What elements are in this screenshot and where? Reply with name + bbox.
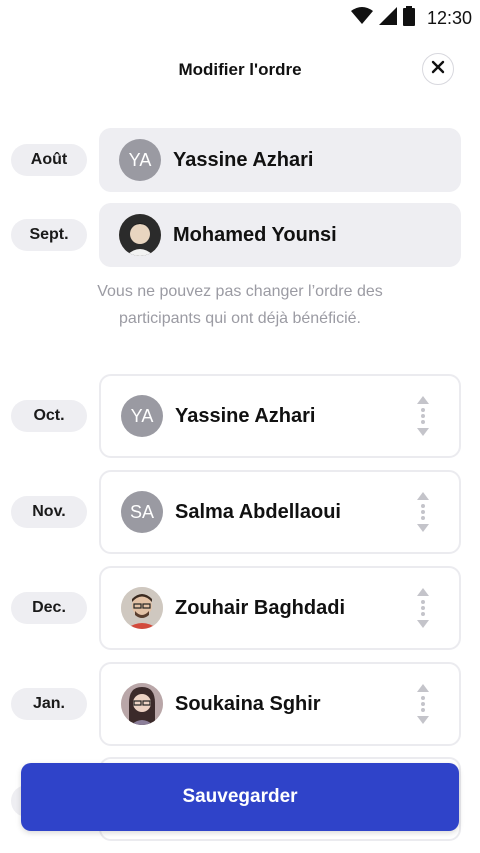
participant-name: Zouhair Baghdadi — [175, 596, 345, 619]
drag-handle-icon[interactable] — [415, 586, 431, 630]
month-pill: Sept. — [11, 219, 87, 251]
avatar — [119, 214, 161, 256]
participant-name: Yassine Azhari — [175, 404, 316, 427]
save-button[interactable]: Sauvegarder — [21, 763, 459, 831]
participant-card[interactable]: Zouhair Baghdadi — [99, 566, 461, 650]
signal-icon — [378, 6, 397, 30]
header: Modifier l'ordre — [0, 52, 480, 88]
info-note: Vous ne pouvez pas changer l’ordre des p… — [97, 283, 383, 327]
close-button[interactable] — [422, 53, 454, 85]
participant-card: YA Yassine Azhari — [99, 128, 461, 192]
status-bar: 12:30 — [0, 0, 480, 36]
avatar — [121, 587, 163, 629]
wifi-icon — [350, 6, 373, 30]
page-title: Modifier l'ordre — [178, 60, 302, 79]
month-pill: Dec. — [11, 592, 87, 624]
status-time: 12:30 — [426, 7, 472, 28]
participant-card[interactable]: SA Salma Abdellaoui — [99, 470, 461, 554]
participant-card: Mohamed Younsi — [99, 203, 461, 267]
month-pill: Août — [11, 144, 87, 176]
close-icon — [431, 60, 445, 79]
avatar: SA — [121, 491, 163, 533]
avatar: YA — [121, 395, 163, 437]
participant-card[interactable]: Soukaina Sghir — [99, 662, 461, 746]
month-pill: Jan. — [11, 688, 87, 720]
avatar: YA — [119, 139, 161, 181]
battery-icon — [402, 5, 415, 31]
drag-handle-icon[interactable] — [415, 394, 431, 438]
month-pill: Oct. — [11, 400, 87, 432]
drag-handle-icon[interactable] — [415, 682, 431, 726]
avatar — [121, 683, 163, 725]
drag-handle-icon[interactable] — [415, 490, 431, 534]
participant-card[interactable]: YA Yassine Azhari — [99, 374, 461, 458]
month-pill: Nov. — [11, 496, 87, 528]
participant-name: Soukaina Sghir — [175, 692, 321, 715]
participant-name: Yassine Azhari — [173, 148, 314, 171]
participant-name: Salma Abdellaoui — [175, 500, 341, 523]
participant-name: Mohamed Younsi — [173, 223, 337, 246]
